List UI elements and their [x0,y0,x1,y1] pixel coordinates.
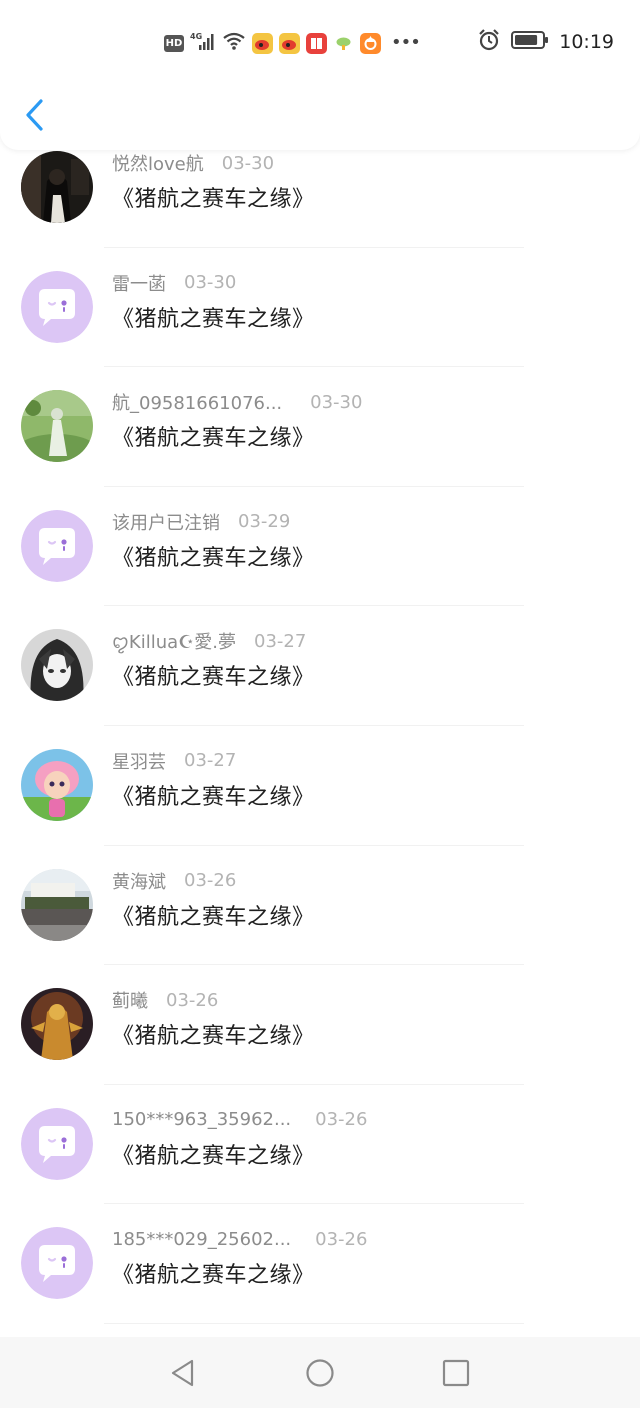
signal-icon: 4G [190,31,216,55]
avatar[interactable] [21,390,93,463]
nav-back-button[interactable] [168,1357,200,1389]
nav-back-triangle-icon [171,1359,194,1387]
status-bar: HD 4G ••• 10:19 [0,28,640,62]
item-content[interactable]: 《猪航之赛车之缘》 [112,301,315,333]
list-item[interactable]: 185***029_25602... 03-26 《猪航之赛车之缘》 [0,1204,640,1324]
item-content[interactable]: 《猪航之赛车之缘》 [112,1257,315,1289]
username[interactable]: 黄海斌 [112,868,166,894]
item-meta: 蓟曦 03-26 [112,987,218,1013]
list-item[interactable]: 黄海斌 03-26 《猪航之赛车之缘》 [0,846,640,966]
item-meta: 雷一菡 03-30 [112,270,236,296]
nav-home-circle-icon [306,1359,334,1387]
item-meta: 150***963_35962... 03-26 [112,1107,367,1133]
more-icon: ••• [391,32,421,53]
user-photo-icon [21,390,93,463]
post-date: 03-26 [315,1109,368,1131]
status-bar-right: 10:19 [477,28,614,56]
avatar[interactable] [21,509,93,582]
user-photo-icon [21,988,93,1061]
chevron-left-icon [26,99,43,131]
back-button[interactable] [16,96,52,136]
username[interactable]: 蓟曦 [112,987,148,1013]
item-content[interactable]: 《猪航之赛车之缘》 [112,779,315,811]
default-avatar-chat-icon [21,270,93,343]
avatar[interactable] [21,748,93,821]
nav-recents-button[interactable] [440,1357,472,1389]
hd-icon: HD [164,34,184,52]
list-item[interactable]: ꨄKillua☪愛.夢 03-27 《猪航之赛车之缘》 [0,606,640,726]
post-date: 03-26 [315,1228,368,1250]
item-meta: 185***029_25602... 03-26 [112,1226,367,1252]
avatar[interactable] [21,868,93,941]
avatar[interactable] [21,151,93,223]
item-content[interactable]: 《猪航之赛车之缘》 [112,540,315,572]
post-date: 03-27 [184,750,237,772]
item-meta: ꨄKillua☪愛.夢 03-27 [112,628,306,654]
cloud-app-icon [333,32,354,54]
username[interactable]: 185***029_25602... [112,1229,291,1250]
item-meta: 黄海斌 03-26 [112,868,236,894]
wifi-icon [222,31,246,55]
list-item[interactable]: 星羽芸 03-27 《猪航之赛车之缘》 [0,726,640,846]
user-photo-icon [21,151,93,223]
username[interactable]: ꨄKillua☪愛.夢 [112,628,236,655]
battery-icon [511,30,549,54]
item-content[interactable]: 《猪航之赛车之缘》 [112,899,315,931]
list-item[interactable]: 雷一菡 03-30 《猪航之赛车之缘》 [0,248,640,368]
comment-list: 悦然love航 03-30 《猪航之赛车之缘》 雷一菡 03-30 《猪航之赛车… [0,128,640,1324]
user-photo-icon [21,748,93,821]
avatar[interactable] [21,270,93,343]
top-header: HD 4G ••• 10:19 [0,0,640,150]
list-item[interactable]: 蓟曦 03-26 《猪航之赛车之缘》 [0,965,640,1085]
weibo-icon [252,32,273,54]
item-content[interactable]: 《猪航之赛车之缘》 [112,659,315,691]
post-date: 03-30 [221,152,275,174]
post-date: 03-26 [184,870,237,892]
list-item[interactable]: 航_09581661076... 03-30 《猪航之赛车之缘》 [0,367,640,487]
user-photo-icon [21,629,93,702]
list-item[interactable]: 该用户已注销 03-29 《猪航之赛车之缘》 [0,487,640,607]
weibo-icon [279,32,300,54]
item-content[interactable]: 《猪航之赛车之缘》 [112,1018,315,1050]
avatar[interactable] [21,629,93,702]
post-date: 03-30 [184,272,237,294]
post-date: 03-26 [166,989,219,1011]
item-meta: 航_09581661076... 03-30 [112,389,362,415]
system-navigation-bar [0,1337,640,1408]
default-avatar-chat-icon [21,1227,93,1300]
avatar[interactable] [21,1107,93,1180]
alarm-icon [477,28,501,56]
item-meta: 星羽芸 03-27 [112,748,236,774]
orange-app-icon [360,32,381,54]
item-meta: 悦然love航 03-30 [112,150,274,176]
item-content[interactable]: 《猪航之赛车之缘》 [112,181,315,213]
item-content[interactable]: 《猪航之赛车之缘》 [112,1138,315,1170]
item-meta: 该用户已注销 03-29 [112,509,290,535]
default-avatar-chat-icon [21,1107,93,1180]
username[interactable]: 星羽芸 [112,748,166,774]
avatar[interactable] [21,988,93,1061]
user-photo-icon [21,868,93,941]
item-content[interactable]: 《猪航之赛车之缘》 [112,420,315,452]
post-date: 03-30 [310,391,363,413]
network-type-label: 4G [190,32,202,41]
status-bar-left: HD 4G ••• [164,31,421,55]
nav-home-button[interactable] [304,1357,336,1389]
username[interactable]: 航_09581661076... [112,389,282,415]
nav-recents-square-icon [442,1359,470,1387]
post-date: 03-29 [238,511,291,533]
avatar[interactable] [21,1227,93,1300]
list-item[interactable]: 150***963_35962... 03-26 《猪航之赛车之缘》 [0,1085,640,1205]
divider [104,1322,524,1324]
clock-time: 10:19 [559,31,614,53]
username[interactable]: 该用户已注销 [112,509,220,535]
default-avatar-chat-icon [21,509,93,582]
book-app-icon [306,32,327,54]
username[interactable]: 悦然love航 [112,150,204,176]
username[interactable]: 150***963_35962... [112,1109,291,1130]
username[interactable]: 雷一菡 [112,270,166,296]
post-date: 03-27 [254,630,307,652]
